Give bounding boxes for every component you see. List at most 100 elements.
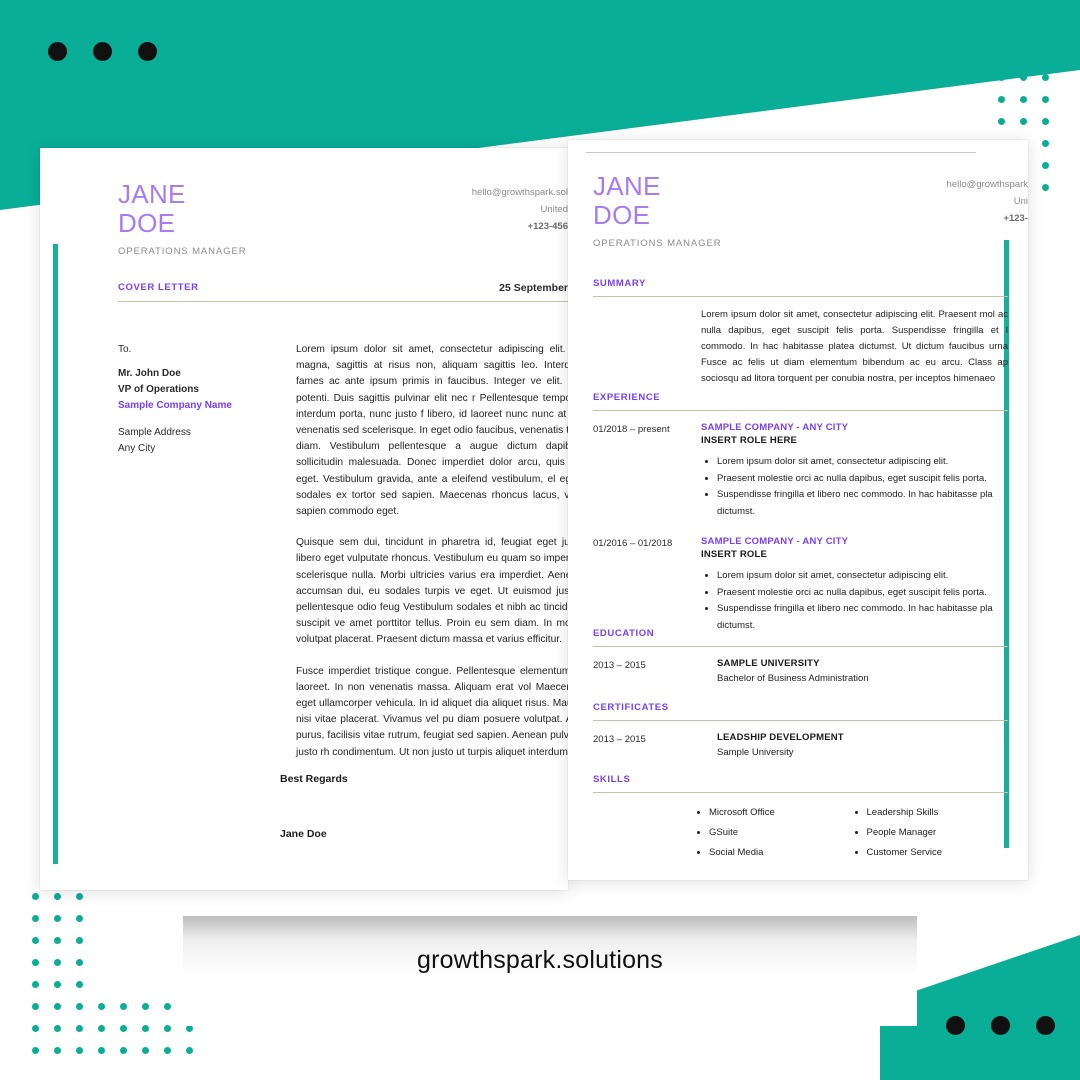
dot-icon [54, 915, 61, 922]
resume-header: JANE DOE OPERATIONS MANAGER hello@growth… [593, 172, 1028, 250]
letter-signature-block: Best Regards Jane Doe [280, 773, 348, 840]
dot-icon [54, 1025, 61, 1032]
dot-icon [932, 30, 939, 37]
section-title-certificates: CERTIFICATES [593, 702, 669, 713]
dot-icon [32, 937, 39, 944]
contact-email: hello@growthspark.sol [471, 187, 568, 198]
dot-icon [910, 30, 917, 37]
dot-icon [54, 981, 61, 988]
resume-document[interactable]: JANE DOE OPERATIONS MANAGER hello@growth… [568, 140, 1028, 880]
section-title-skills: SKILLS [593, 774, 631, 785]
education-subtitle: Bachelor of Business Administration [717, 673, 869, 684]
cover-letter-body: To. Mr. John Doe VP of Operations Sample… [118, 342, 626, 776]
experience-dates: 01/2016 – 01/2018 [593, 538, 673, 549]
dot-icon [932, 74, 939, 81]
section-divider [593, 792, 1008, 793]
recipient-city: Any City [118, 443, 156, 454]
bottom-right-three-dots-icon [946, 1016, 1055, 1035]
section-divider [118, 301, 568, 302]
section-title-cover-letter: COVER LETTER [118, 282, 199, 293]
dot-icon [186, 1025, 193, 1032]
section-divider [593, 410, 1008, 411]
bullet-item: Suspendisse fringilla et libero nec comm… [717, 487, 1008, 520]
dot-icon [32, 915, 39, 922]
dot-icon [48, 42, 67, 61]
dot-icon [76, 915, 83, 922]
dot-icon [76, 1003, 83, 1010]
dot-icon [954, 74, 961, 81]
dot-icon [32, 1003, 39, 1010]
dot-icon [976, 52, 983, 59]
experience-bullets: Lorem ipsum dolor sit amet, consectetur … [701, 568, 1008, 634]
letter-date: 25 September [499, 282, 568, 294]
job-title: OPERATIONS MANAGER [118, 246, 247, 257]
cover-letter-document[interactable]: JANE DOE OPERATIONS MANAGER hello@growth… [40, 148, 626, 890]
dot-icon [93, 42, 112, 61]
summary-date-spacer [593, 307, 701, 387]
section-divider [593, 646, 1008, 647]
top-rule [586, 152, 976, 153]
experience-section: EXPERIENCE 01/2018 – present SAMPLE COMP… [593, 392, 1008, 634]
dot-icon [1042, 52, 1049, 59]
dot-icon [76, 1047, 83, 1054]
contact-email: hello@growthspark [946, 179, 1028, 190]
section-title-experience: EXPERIENCE [593, 392, 661, 403]
dot-icon [1042, 184, 1049, 191]
dot-icon [76, 937, 83, 944]
certificate-dates: 2013 – 2015 [593, 734, 646, 745]
section-title-summary: SUMMARY [593, 278, 646, 289]
cover-letter-header: JANE DOE OPERATIONS MANAGER hello@growth… [118, 180, 568, 258]
education-dates: 2013 – 2015 [593, 660, 646, 671]
experience-item: 01/2016 – 01/2018 SAMPLE COMPANY - ANY C… [593, 536, 1008, 634]
dot-icon [976, 74, 983, 81]
dot-icon [120, 1025, 127, 1032]
skill-item: Microsoft Office [709, 803, 851, 823]
summary-section: SUMMARY Lorem ipsum dolor sit amet, cons… [593, 278, 1008, 387]
certificate-title: LEADSHIP DEVELOPMENT [717, 732, 844, 743]
dot-icon [76, 1025, 83, 1032]
cover-letter-section-head: COVER LETTER 25 September [118, 282, 568, 302]
signature-name: Jane Doe [280, 828, 327, 840]
dot-icon [142, 1047, 149, 1054]
dot-icon [32, 1047, 39, 1054]
contact-block: hello@growthspark.sol United +123-456 [472, 184, 568, 235]
to-label: To. [118, 344, 132, 355]
dot-icon [1020, 74, 1027, 81]
education-section: EDUCATION 2013 – 2015 SAMPLE UNIVERSITY … [593, 628, 1008, 684]
dot-icon [54, 1003, 61, 1010]
poster-canvas: JANE DOE OPERATIONS MANAGER hello@growth… [0, 0, 1080, 1080]
certificate-subtitle: Sample University [717, 747, 794, 758]
dot-icon [1036, 1016, 1055, 1035]
contact-phone: +123- [1003, 213, 1028, 224]
dot-icon [946, 1016, 965, 1035]
recipient-block: To. Mr. John Doe VP of Operations Sample… [118, 342, 258, 776]
dot-icon [76, 981, 83, 988]
dot-icon [954, 52, 961, 59]
dot-icon [1042, 30, 1049, 37]
skills-columns: Microsoft Office GSuite Social Media Lea… [593, 803, 1008, 863]
skill-item: Social Media [709, 843, 851, 863]
dot-icon [1042, 118, 1049, 125]
dot-icon [98, 1025, 105, 1032]
experience-role: INSERT ROLE HERE [701, 435, 798, 446]
dot-icon [1042, 96, 1049, 103]
dot-icon [54, 937, 61, 944]
experience-company: SAMPLE COMPANY - ANY CITY [701, 536, 849, 547]
dot-icon [910, 52, 917, 59]
dot-icon [888, 74, 895, 81]
certificates-section: CERTIFICATES 2013 – 2015 LEADSHIP DEVELO… [593, 702, 1008, 758]
bullet-item: Praesent molestie orci ac nulla dapibus,… [717, 471, 1008, 488]
skills-column-right: Leadership Skills People Manager Custome… [851, 803, 1009, 863]
dot-icon [910, 74, 917, 81]
experience-bullets: Lorem ipsum dolor sit amet, consectetur … [701, 454, 1008, 520]
dot-icon [54, 893, 61, 900]
experience-dates: 01/2018 – present [593, 424, 670, 435]
contact-phone: +123-456 [527, 221, 568, 232]
dot-icon [164, 1047, 171, 1054]
dot-icon [998, 30, 1005, 37]
summary-text: Lorem ipsum dolor sit amet, consectetur … [701, 309, 1008, 384]
dot-icon [120, 1047, 127, 1054]
dot-icon [998, 52, 1005, 59]
